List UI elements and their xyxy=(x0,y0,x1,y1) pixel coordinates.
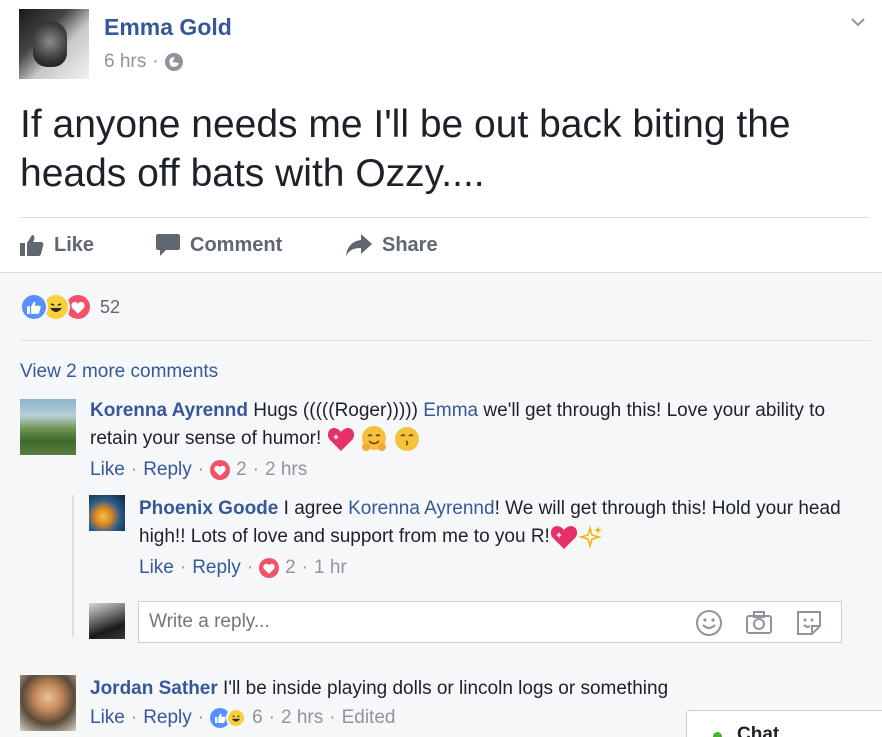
comment-author[interactable]: Korenna Ayrennd xyxy=(90,400,248,421)
mention-link[interactable]: Emma xyxy=(423,400,478,421)
comment-body: Jordan Sather I'll be inside playing dol… xyxy=(90,675,850,703)
post-author-name[interactable]: Emma Gold xyxy=(104,14,232,41)
mention-link[interactable]: Korenna Ayrennd xyxy=(348,498,495,519)
love-reaction-icon[interactable] xyxy=(259,558,280,578)
comment-text: Hugs (((((Roger))))) xyxy=(253,400,424,421)
comment-text: I'll be inside playing dolls or lincoln … xyxy=(217,678,669,699)
chat-tab[interactable]: Chat xyxy=(686,710,882,737)
reply-actions: Like · Reply · 2 · 1 hr xyxy=(139,557,347,579)
emoji-icon[interactable] xyxy=(695,609,723,637)
post-text: If anyone needs me I'll be out back biti… xyxy=(20,103,791,195)
comment-reactions[interactable] xyxy=(210,708,247,728)
sparkles-icon xyxy=(578,525,602,549)
sticker-icon[interactable] xyxy=(795,609,823,637)
sparkling-heart-icon xyxy=(550,525,577,549)
comments-section: 52 View 2 more comments Korenna Ayrennd … xyxy=(0,272,882,737)
reaction-count: 52 xyxy=(100,296,121,317)
reply-author[interactable]: Phoenix Goode xyxy=(139,498,278,519)
sparkling-heart-icon xyxy=(327,428,354,451)
haha-reaction-icon xyxy=(226,708,247,728)
online-status-dot xyxy=(713,732,722,737)
reply-input[interactable] xyxy=(149,611,649,633)
like-label: Like xyxy=(54,233,95,256)
chevron-down-icon[interactable] xyxy=(850,14,866,30)
post-actions: Like Comment Share xyxy=(20,230,438,260)
comment-actions: Like · Reply · 2 · 2 hrs xyxy=(90,459,308,481)
reply-like-link[interactable]: Like xyxy=(139,557,174,579)
comment-like-link[interactable]: Like xyxy=(90,707,125,729)
comment-time[interactable]: 2 hrs xyxy=(281,707,323,729)
camera-icon[interactable] xyxy=(745,609,773,637)
commenter-avatar[interactable] xyxy=(20,399,76,455)
share-label: Share xyxy=(382,233,438,256)
reply-reaction-count[interactable]: 2 xyxy=(285,557,296,579)
globe-icon[interactable] xyxy=(164,53,183,71)
comment-reaction-count[interactable]: 6 xyxy=(252,707,263,729)
current-user-avatar xyxy=(89,603,125,639)
reply-avatar[interactable] xyxy=(89,495,125,531)
reply-reply-link[interactable]: Reply xyxy=(192,557,241,579)
share-button[interactable]: Share xyxy=(346,234,438,257)
post-card: Emma Gold 6 hrs · If anyone needs me I'l… xyxy=(0,0,882,272)
reply-time[interactable]: 1 hr xyxy=(314,557,347,579)
comment-time[interactable]: 2 hrs xyxy=(265,459,307,481)
thumbs-up-icon xyxy=(20,235,44,256)
comment-reply-link[interactable]: Reply xyxy=(143,707,192,729)
reply-text: I agree xyxy=(278,498,349,519)
reply-body: Phoenix Goode I agree Korenna Ayrennd! W… xyxy=(139,495,859,551)
chat-label: Chat xyxy=(737,724,780,737)
reply-thread-line xyxy=(72,495,74,637)
love-reaction-icon[interactable] xyxy=(210,460,231,480)
reply-composer xyxy=(138,601,842,643)
reactions-summary[interactable]: 52 xyxy=(20,293,120,321)
comment-reply-link[interactable]: Reply xyxy=(143,459,192,481)
comment-button[interactable]: Comment xyxy=(156,234,346,257)
divider xyxy=(20,217,870,218)
divider xyxy=(20,340,870,341)
post-time[interactable]: 6 hrs xyxy=(104,51,146,73)
comment-reaction-count[interactable]: 2 xyxy=(236,459,247,481)
commenter-avatar[interactable] xyxy=(20,675,76,731)
share-arrow-icon xyxy=(346,234,372,256)
like-button[interactable]: Like xyxy=(20,234,156,257)
comment-icon xyxy=(156,234,180,256)
meta-separator: · xyxy=(152,51,159,72)
hugging-face-icon xyxy=(361,426,386,451)
comment-label: Comment xyxy=(190,233,283,256)
comment-like-link[interactable]: Like xyxy=(90,459,125,481)
like-reaction-icon xyxy=(20,293,48,321)
comment-author[interactable]: Jordan Sather xyxy=(90,678,218,699)
kissing-face-icon xyxy=(395,427,420,451)
edited-label[interactable]: Edited xyxy=(342,707,396,729)
comment-body: Korenna Ayrennd Hugs (((((Roger))))) Emm… xyxy=(90,397,850,453)
post-meta: 6 hrs · xyxy=(104,51,183,73)
view-more-comments-link[interactable]: View 2 more comments xyxy=(20,361,218,383)
comment-actions: Like · Reply · 6 · 2 hrs · Edited xyxy=(90,707,396,729)
author-avatar[interactable] xyxy=(19,9,89,79)
